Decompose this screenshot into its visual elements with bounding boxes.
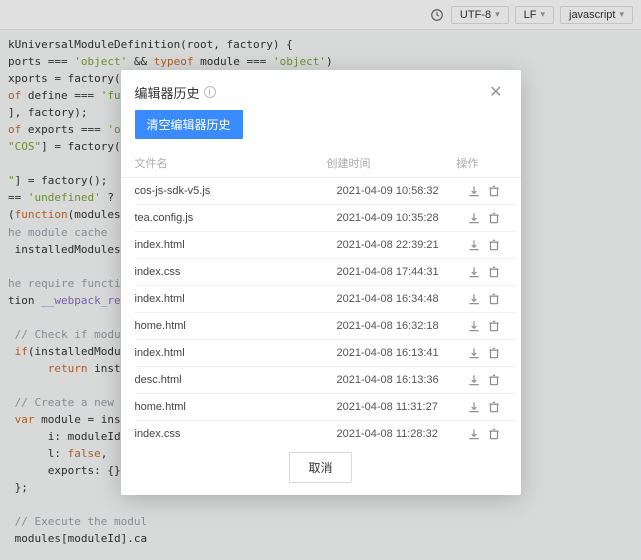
row-file: index.html [135,293,337,305]
download-icon[interactable] [467,265,481,279]
delete-icon[interactable] [487,184,501,198]
delete-icon[interactable] [487,373,501,387]
table-row: home.html2021-04-08 16:32:18 [135,313,517,340]
table-header: 文件名 创建时间 操作 [121,149,521,178]
table-row: desc.html2021-04-08 16:13:36 [135,367,517,394]
row-actions [467,184,517,198]
cancel-button[interactable]: 取消 [289,452,351,483]
row-file: tea.config.js [135,212,337,224]
row-time: 2021-04-08 11:28:32 [337,428,467,440]
download-icon[interactable] [467,400,481,414]
row-file: index.html [135,239,337,251]
delete-icon[interactable] [487,346,501,360]
row-file: home.html [135,401,337,413]
table-row: home.html2021-04-08 11:31:27 [135,394,517,421]
table-row: index.css2021-04-08 17:44:31 [135,259,517,286]
modal-header: 编辑器历史 i ✕ [121,70,521,110]
row-time: 2021-04-08 22:39:21 [337,239,467,251]
table-body[interactable]: cos-js-sdk-v5.js2021-04-09 10:58:32tea.c… [121,178,521,440]
modal-title-text: 编辑器历史 [135,83,200,102]
modal-title: 编辑器历史 i [135,83,216,102]
delete-icon[interactable] [487,238,501,252]
row-time: 2021-04-08 11:31:27 [337,401,467,413]
delete-icon[interactable] [487,400,501,414]
download-icon[interactable] [467,427,481,440]
delete-icon[interactable] [487,319,501,333]
download-icon[interactable] [467,211,481,225]
download-icon[interactable] [467,184,481,198]
modal-overlay: 编辑器历史 i ✕ 清空编辑器历史 文件名 创建时间 操作 cos-js-sdk… [0,0,641,560]
row-actions [467,319,517,333]
history-modal: 编辑器历史 i ✕ 清空编辑器历史 文件名 创建时间 操作 cos-js-sdk… [121,70,521,495]
row-time: 2021-04-08 16:13:36 [337,374,467,386]
row-actions [467,211,517,225]
close-button[interactable]: ✕ [485,80,506,104]
row-time: 2021-04-08 16:34:48 [337,293,467,305]
row-time: 2021-04-09 10:58:32 [337,185,467,197]
modal-footer: 取消 [121,440,521,495]
download-icon[interactable] [467,238,481,252]
row-actions [467,373,517,387]
row-file: index.html [135,347,337,359]
delete-icon[interactable] [487,265,501,279]
table-row: index.html2021-04-08 22:39:21 [135,232,517,259]
row-time: 2021-04-08 16:32:18 [337,320,467,332]
row-time: 2021-04-09 10:35:28 [337,212,467,224]
row-time: 2021-04-08 16:13:41 [337,347,467,359]
col-header-time: 创建时间 [327,155,457,171]
table-row: cos-js-sdk-v5.js2021-04-09 10:58:32 [135,178,517,205]
modal-toolbar: 清空编辑器历史 [121,110,521,149]
col-header-file: 文件名 [135,155,327,171]
row-file: index.css [135,266,337,278]
download-icon[interactable] [467,319,481,333]
row-time: 2021-04-08 17:44:31 [337,266,467,278]
info-icon[interactable]: i [204,86,216,98]
delete-icon[interactable] [487,427,501,440]
row-actions [467,238,517,252]
table-row: index.css2021-04-08 11:28:32 [135,421,517,440]
download-icon[interactable] [467,346,481,360]
download-icon[interactable] [467,373,481,387]
row-file: cos-js-sdk-v5.js [135,185,337,197]
delete-icon[interactable] [487,292,501,306]
row-file: home.html [135,320,337,332]
row-actions [467,346,517,360]
row-file: desc.html [135,374,337,386]
download-icon[interactable] [467,292,481,306]
row-actions [467,265,517,279]
row-actions [467,400,517,414]
clear-history-button[interactable]: 清空编辑器历史 [135,110,243,139]
row-actions [467,292,517,306]
table-row: index.html2021-04-08 16:13:41 [135,340,517,367]
row-file: index.css [135,428,337,440]
delete-icon[interactable] [487,211,501,225]
table-row: index.html2021-04-08 16:34:48 [135,286,517,313]
col-header-actions: 操作 [457,155,507,171]
row-actions [467,427,517,440]
table-row: tea.config.js2021-04-09 10:35:28 [135,205,517,232]
